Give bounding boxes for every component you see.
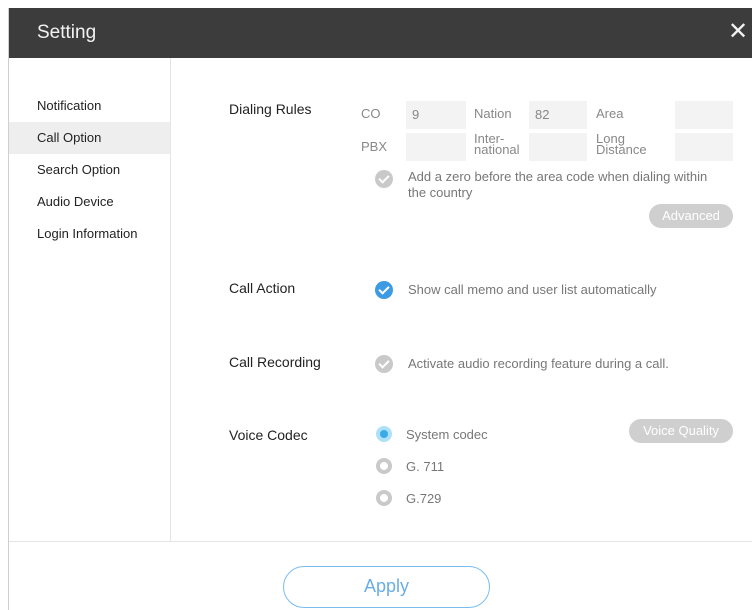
nation-label: Nation (474, 106, 512, 121)
call-option-panel: Dialing Rules CO 9 Nation 82 Area PBX In… (171, 58, 752, 541)
area-label: Area (596, 106, 624, 121)
call-recording-text: Activate audio recording feature during … (408, 356, 669, 371)
apply-button[interactable]: Apply (283, 566, 490, 608)
settings-window: Setting ✕ Notification Call Option Searc… (8, 8, 752, 610)
radio-g711[interactable] (376, 458, 392, 474)
g711-text: G. 711 (406, 459, 445, 474)
co-field[interactable]: 9 (406, 101, 466, 129)
dialing-rules-label: Dialing Rules (229, 101, 312, 117)
long-distance-label-line2: Distance (596, 142, 647, 157)
add-zero-text-line1: Add a zero before the area code when dia… (408, 169, 708, 184)
call-recording-label: Call Recording (229, 354, 321, 370)
international-field[interactable] (529, 133, 587, 161)
voice-codec-label: Voice Codec (229, 427, 308, 443)
add-zero-text-line2: the country (408, 185, 473, 200)
window-title: Setting (37, 22, 97, 43)
co-label: CO (361, 106, 381, 121)
system-codec-text: System codec (406, 427, 488, 442)
area-field[interactable] (675, 101, 733, 129)
call-action-label: Call Action (229, 280, 296, 296)
pbx-label: PBX (361, 139, 388, 154)
sidebar-item-notification[interactable]: Notification (9, 90, 170, 122)
title-bar: Setting ✕ (9, 8, 752, 58)
international-label-line2: national (474, 142, 520, 157)
nation-field[interactable]: 82 (529, 101, 587, 129)
add-zero-checkbox[interactable] (375, 170, 393, 188)
radio-system-codec[interactable] (376, 426, 392, 442)
advanced-button[interactable]: Advanced (649, 204, 733, 228)
long-distance-label: Long Distance (596, 132, 647, 157)
sidebar-item-call-option[interactable]: Call Option (9, 122, 170, 154)
voice-quality-button[interactable]: Voice Quality (629, 419, 733, 443)
call-action-text: Show call memo and user list automatical… (408, 282, 657, 297)
g729-text: G.729 (406, 491, 442, 506)
long-distance-field[interactable] (675, 133, 733, 161)
sidebar-item-login-information[interactable]: Login Information (9, 218, 170, 250)
sidebar-item-search-option[interactable]: Search Option (9, 154, 170, 186)
pbx-field[interactable] (406, 133, 466, 161)
international-label: Inter- national (474, 132, 520, 157)
add-zero-text: Add a zero before the area code when dia… (408, 169, 748, 201)
call-recording-checkbox[interactable] (375, 355, 393, 373)
close-icon[interactable]: ✕ (727, 20, 749, 44)
radio-g729[interactable] (376, 490, 392, 506)
sidebar-item-audio-device[interactable]: Audio Device (9, 186, 170, 218)
dialog-footer: Apply (9, 541, 752, 610)
settings-sidebar: Notification Call Option Search Option A… (9, 58, 171, 541)
call-action-checkbox[interactable] (375, 281, 393, 299)
